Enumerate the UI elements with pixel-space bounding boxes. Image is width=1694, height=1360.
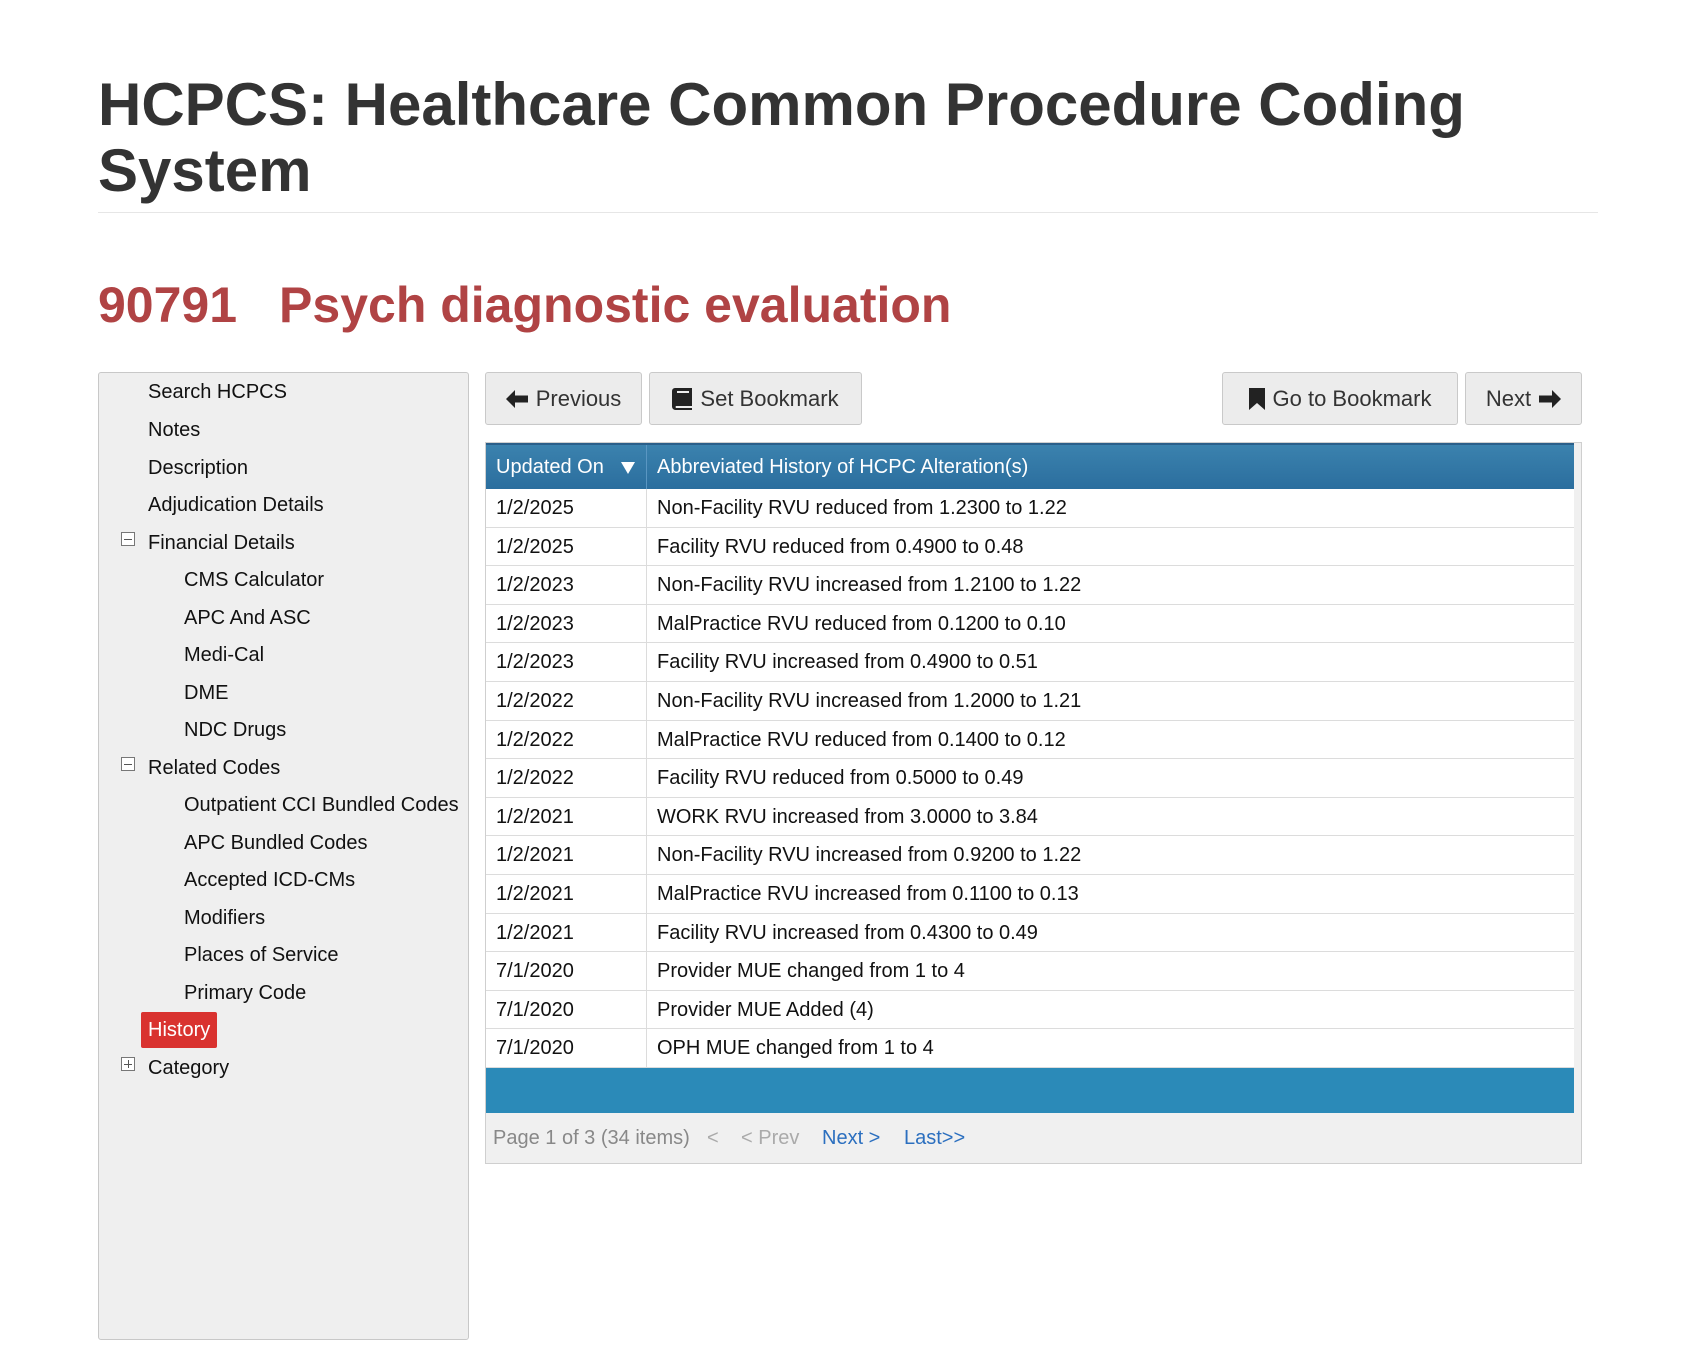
- sidebar-item-ndc-drugs[interactable]: NDC Drugs: [184, 712, 286, 748]
- caret-down-icon[interactable]: [621, 462, 635, 474]
- cell-history: OPH MUE changed from 1 to 4: [657, 1037, 934, 1060]
- bookmark-icon: [1248, 387, 1265, 410]
- sidebar-item-apc-bundled-codes[interactable]: APC Bundled Codes: [184, 825, 367, 861]
- cell-history: Non-Facility RVU increased from 1.2100 t…: [657, 574, 1082, 597]
- page: HCPCS: Healthcare Common Procedure Codin…: [0, 0, 1694, 1360]
- table-row[interactable]: 7/1/2020 Provider MUE Added (4): [486, 990, 1574, 1030]
- cell-updated-on: 1/2/2025: [486, 527, 647, 566]
- cell-history: WORK RVU increased from 3.0000 to 3.84: [657, 805, 1038, 828]
- table-row[interactable]: 1/2/2025 Facility RVU reduced from 0.4900…: [486, 527, 1574, 567]
- sidebar-item-apc-and-asc[interactable]: APC And ASC: [184, 600, 311, 636]
- grid-body: 1/2/2025 Non-Facility RVU reduced from 1.…: [486, 489, 1574, 1068]
- cell-updated-on: 1/2/2022: [486, 720, 647, 759]
- next-button[interactable]: Next: [1465, 372, 1582, 425]
- table-row[interactable]: 1/2/2022 Facility RVU reduced from 0.5000…: [486, 759, 1574, 798]
- set-bookmark-button[interactable]: Set Bookmark: [649, 372, 862, 425]
- grid-header: Updated On Abbreviated History of HCPC A…: [486, 443, 1574, 489]
- column-header-updated-on[interactable]: Updated On: [486, 445, 647, 489]
- cell-history: Non-Facility RVU reduced from 1.2300 to …: [657, 497, 1067, 519]
- sidebar-item-primary-code[interactable]: Primary Code: [184, 975, 306, 1011]
- table-row[interactable]: 1/2/2023 Facility RVU increased from 0.49…: [486, 643, 1574, 682]
- sidebar-item-search-hcpcs[interactable]: Search HCPCS: [148, 374, 287, 410]
- table-row[interactable]: 1/2/2023 MalPractice RVU reduced from 0.1…: [486, 604, 1574, 644]
- sidebar-item-history[interactable]: History: [141, 1012, 218, 1048]
- previous-button-label: Previous: [535, 385, 622, 411]
- cell-history: MalPractice RVU reduced from 0.1400 to 0…: [657, 728, 1066, 751]
- sidebar-item-modifiers[interactable]: Modifiers: [184, 900, 265, 936]
- pager-last-link[interactable]: Last>>: [904, 1127, 965, 1150]
- cell-updated-on: 1/2/2025: [486, 489, 647, 527]
- page-title: HCPCS: Healthcare Common Procedure Codin…: [98, 71, 1465, 204]
- table-row[interactable]: 1/2/2021 WORK RVU increased from 3.0000 t…: [486, 797, 1574, 837]
- pager-info: Page 1 of 3 (34 items): [493, 1127, 690, 1149]
- sidebar-item-adjudication-details[interactable]: Adjudication Details: [148, 487, 324, 523]
- arrow-left-icon: [505, 389, 528, 408]
- go-to-bookmark-button-label: Go to Bookmark: [1272, 385, 1432, 411]
- cell-history: Facility RVU reduced from 0.4900 to 0.48: [657, 535, 1024, 558]
- next-button-label: Next: [1485, 385, 1532, 411]
- pager-first-link: <: [707, 1127, 719, 1149]
- category-expand-icon[interactable]: [121, 1057, 135, 1071]
- history-grid: Updated On Abbreviated History of HCPC A…: [485, 442, 1582, 1164]
- set-bookmark-button-label: Set Bookmark: [700, 385, 839, 411]
- cell-history: Facility RVU reduced from 0.5000 to 0.49: [657, 767, 1024, 790]
- cell-updated-on: 1/2/2023: [486, 643, 647, 682]
- cell-updated-on: 1/2/2022: [486, 681, 647, 720]
- code-heading: 90791 Psych diagnostic evaluation: [98, 274, 951, 336]
- cell-history: Facility RVU increased from 0.4300 to 0.…: [657, 921, 1038, 944]
- sidebar-item-related-codes[interactable]: Related Codes: [148, 750, 280, 786]
- pager-next-link[interactable]: Next >: [822, 1127, 880, 1150]
- cell-updated-on: 7/1/2020: [486, 990, 647, 1029]
- column-header-history[interactable]: Abbreviated History of HCPC Alteration(s…: [647, 445, 1574, 489]
- table-row[interactable]: 1/2/2023 Non-Facility RVU increased from …: [486, 566, 1574, 605]
- cell-history: Facility RVU increased from 0.4900 to 0.…: [657, 651, 1038, 674]
- go-to-bookmark-button[interactable]: Go to Bookmark: [1222, 372, 1458, 425]
- code-title: Psych diagnostic evaluation: [279, 277, 952, 333]
- sidebar-item-accepted-icd-cms[interactable]: Accepted ICD-CMs: [184, 862, 355, 898]
- sidebar-item-category[interactable]: Category: [148, 1050, 229, 1086]
- pager-prev-link: < Prev: [741, 1127, 800, 1149]
- table-row[interactable]: 7/1/2020 Provider MUE changed from 1 to 4: [486, 952, 1574, 991]
- cell-updated-on: 1/2/2022: [486, 759, 647, 798]
- sidebar-item-financial-details[interactable]: Financial Details: [148, 525, 295, 561]
- sidebar: Search HCPCS Notes Description Adjudicat…: [98, 372, 469, 1340]
- related-codes-collapse-icon[interactable]: [121, 757, 135, 771]
- cell-history: Provider MUE Added (4): [657, 998, 874, 1021]
- cell-updated-on: 7/1/2020: [486, 1029, 647, 1068]
- cell-updated-on: 7/1/2020: [486, 952, 647, 991]
- book-icon: [672, 387, 693, 410]
- cell-updated-on: 1/2/2023: [486, 566, 647, 605]
- arrow-right-icon: [1539, 389, 1562, 408]
- pager: Page 1 of 3 (34 items) < < Prev Next > L…: [486, 1113, 1581, 1163]
- cell-updated-on: 1/2/2021: [486, 836, 647, 875]
- cell-updated-on: 1/2/2021: [486, 874, 647, 913]
- cell-updated-on: 1/2/2023: [486, 604, 647, 643]
- table-row[interactable]: 1/2/2021 Non-Facility RVU increased from …: [486, 836, 1574, 875]
- cell-history: Provider MUE changed from 1 to 4: [657, 960, 965, 983]
- cell-updated-on: 1/2/2021: [486, 913, 647, 952]
- table-row[interactable]: 7/1/2020 OPH MUE changed from 1 to 4: [486, 1029, 1574, 1068]
- table-row[interactable]: 1/2/2022 Non-Facility RVU increased from …: [486, 681, 1574, 721]
- table-row[interactable]: 1/2/2022 MalPractice RVU reduced from 0.1…: [486, 720, 1574, 760]
- grid-footer-bar: [486, 1068, 1574, 1113]
- cell-history: Non-Facility RVU increased from 1.2000 t…: [657, 689, 1082, 712]
- table-row[interactable]: 1/2/2021 MalPractice RVU increased from 0…: [486, 874, 1574, 914]
- title-divider: [98, 212, 1598, 213]
- sidebar-item-dme[interactable]: DME: [184, 675, 228, 711]
- sidebar-item-cms-calculator[interactable]: CMS Calculator: [184, 562, 324, 598]
- previous-button[interactable]: Previous: [485, 372, 642, 425]
- sidebar-item-outpatient-cci-bundled-codes[interactable]: Outpatient CCI Bundled Codes: [184, 787, 459, 823]
- sidebar-item-description[interactable]: Description: [148, 450, 248, 486]
- financial-details-collapse-icon[interactable]: [121, 532, 135, 546]
- cell-history: Non-Facility RVU increased from 0.9200 t…: [657, 844, 1082, 867]
- code-number: 90791: [98, 277, 238, 333]
- sidebar-item-medi-cal[interactable]: Medi-Cal: [184, 637, 264, 673]
- table-row[interactable]: 1/2/2021 Facility RVU increased from 0.43…: [486, 913, 1574, 953]
- sidebar-item-notes[interactable]: Notes: [148, 412, 200, 448]
- cell-updated-on: 1/2/2021: [486, 797, 647, 836]
- sidebar-item-places-of-service[interactable]: Places of Service: [184, 937, 339, 973]
- cell-history: MalPractice RVU reduced from 0.1200 to 0…: [657, 612, 1066, 635]
- cell-history: MalPractice RVU increased from 0.1100 to…: [657, 882, 1079, 905]
- table-row[interactable]: 1/2/2025 Non-Facility RVU reduced from 1.…: [486, 489, 1574, 528]
